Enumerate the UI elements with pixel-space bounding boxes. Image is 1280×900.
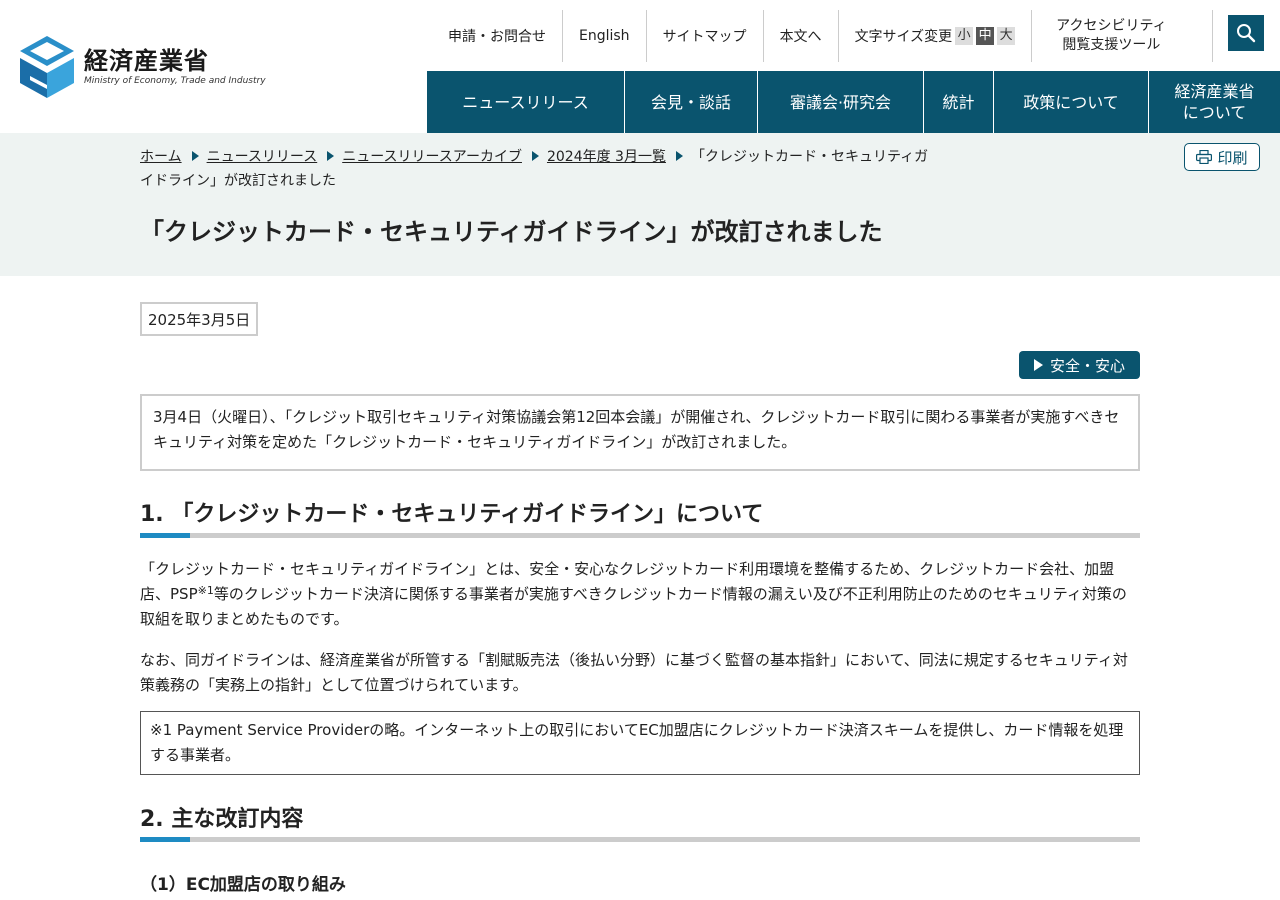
sitemap-link[interactable]: サイトマップ: [645, 10, 763, 62]
underline-accent: [140, 533, 190, 538]
search-button[interactable]: [1228, 15, 1264, 51]
gnav-press[interactable]: 会見・談話: [624, 71, 757, 133]
section1-heading-underline: [140, 533, 1140, 538]
global-nav: ニュースリリース 会見・談話 審議会·研究会 統計 政策について 経済産業省 に…: [427, 71, 1280, 133]
category-tag-label: 安全・安心: [1049, 356, 1125, 375]
skip-to-main-link[interactable]: 本文へ: [762, 10, 838, 62]
font-size-large-button[interactable]: 大: [997, 27, 1016, 45]
gnav-about-line2: について: [1182, 103, 1247, 122]
breadcrumb-arrow-icon: [327, 151, 335, 161]
breadcrumb: ホーム ニュースリリース ニュースリリースアーカイブ 2024年度 3月一覧 「クレジッ…: [140, 145, 940, 193]
printer-icon: [1196, 150, 1213, 164]
logo-text: 経済産業省 Ministry of Economy, Trade and Ind…: [84, 47, 266, 87]
english-link[interactable]: English: [562, 10, 646, 62]
accessibility-tool-link[interactable]: アクセシビリティ 閲覧支援ツール: [1031, 10, 1190, 62]
category-tag-button[interactable]: 安全・安心: [1019, 351, 1140, 379]
page-title: 「クレジットカード・セキュリティガイドライン」が改訂されました: [140, 218, 883, 246]
section1-paragraph-2: なお、同ガイドラインは、経済産業省が所管する「割賦販売法（後払い分野）に基づく監…: [140, 651, 1128, 694]
section2-subheading-1: （1）EC加盟店の取り組み: [140, 875, 346, 895]
meti-logo[interactable]: 経済産業省 Ministry of Economy, Trade and Ind…: [20, 36, 266, 98]
breadcrumb-home[interactable]: ホーム: [140, 149, 182, 165]
accessibility-line2: 閲覧支援ツール: [1062, 37, 1161, 53]
underline-accent: [140, 837, 190, 842]
search-icon: [1237, 24, 1256, 43]
logo-name-ja: 経済産業省: [84, 47, 209, 75]
section2-heading-underline: [140, 837, 1140, 842]
gnav-about-line1: 経済産業省: [1174, 82, 1255, 101]
font-size-label: 文字サイズ変更: [854, 29, 953, 45]
publish-date: 2025年3月5日: [140, 302, 259, 336]
breadcrumb-archive[interactable]: ニュースリリースアーカイブ: [342, 149, 522, 165]
divider: [1212, 10, 1213, 62]
breadcrumb-arrow-icon: [191, 151, 199, 161]
font-size-small-button[interactable]: 小: [955, 27, 974, 45]
para1-text-b: 等のクレジットカード決済に関係する事業者が実施すべきクレジットカード情報の漏えい…: [140, 585, 1127, 628]
breadcrumb-news[interactable]: ニュースリリース: [207, 149, 318, 165]
gnav-about[interactable]: 経済産業省 について: [1148, 71, 1280, 133]
logo-name-en: Ministry of Economy, Trade and Industry: [84, 76, 266, 86]
play-arrow-icon: [1033, 359, 1043, 371]
breadcrumb-arrow-icon: [675, 151, 683, 161]
breadcrumb-month[interactable]: 2024年度 3月一覧: [547, 149, 666, 165]
gnav-policy[interactable]: 政策について: [993, 71, 1148, 133]
meti-logo-icon: [20, 36, 74, 98]
print-button[interactable]: 印刷: [1184, 143, 1260, 171]
site-header: 経済産業省 Ministry of Economy, Trade and Ind…: [0, 0, 1280, 133]
font-size-medium-button[interactable]: 中: [976, 27, 995, 45]
print-label: 印刷: [1217, 148, 1248, 167]
accessibility-line1: アクセシビリティ: [1056, 18, 1167, 34]
gnav-stats[interactable]: 統計: [923, 71, 993, 133]
font-size-control: 文字サイズ変更 小 中 大: [837, 10, 1032, 62]
footnote-box: ※1 Payment Service Providerの略。インターネット上の取…: [140, 711, 1140, 775]
breadcrumb-arrow-icon: [531, 151, 539, 161]
section1-paragraph-1: 「クレジットカード・セキュリティガイドライン」とは、安全・安心なクレジットカード…: [140, 557, 1140, 632]
footnote-ref-1[interactable]: ※1: [198, 584, 214, 597]
summary-box: 3月4日（火曜日）、「クレジット取引セキュリティ対策協議会第12回本会議」が開催…: [140, 394, 1140, 471]
section2-heading: 2. 主な改訂内容: [140, 807, 304, 832]
gnav-council[interactable]: 審議会·研究会: [757, 71, 923, 133]
section1-heading: 1. 「クレジットカード・セキュリティガイドライン」について: [140, 502, 764, 527]
contact-link[interactable]: 申請・お問合せ: [432, 10, 562, 62]
gnav-news[interactable]: ニュースリリース: [427, 71, 624, 133]
utility-nav: 申請・お問合せ English サイトマップ 本文へ 文字サイズ変更 小 中 大…: [432, 10, 1191, 62]
